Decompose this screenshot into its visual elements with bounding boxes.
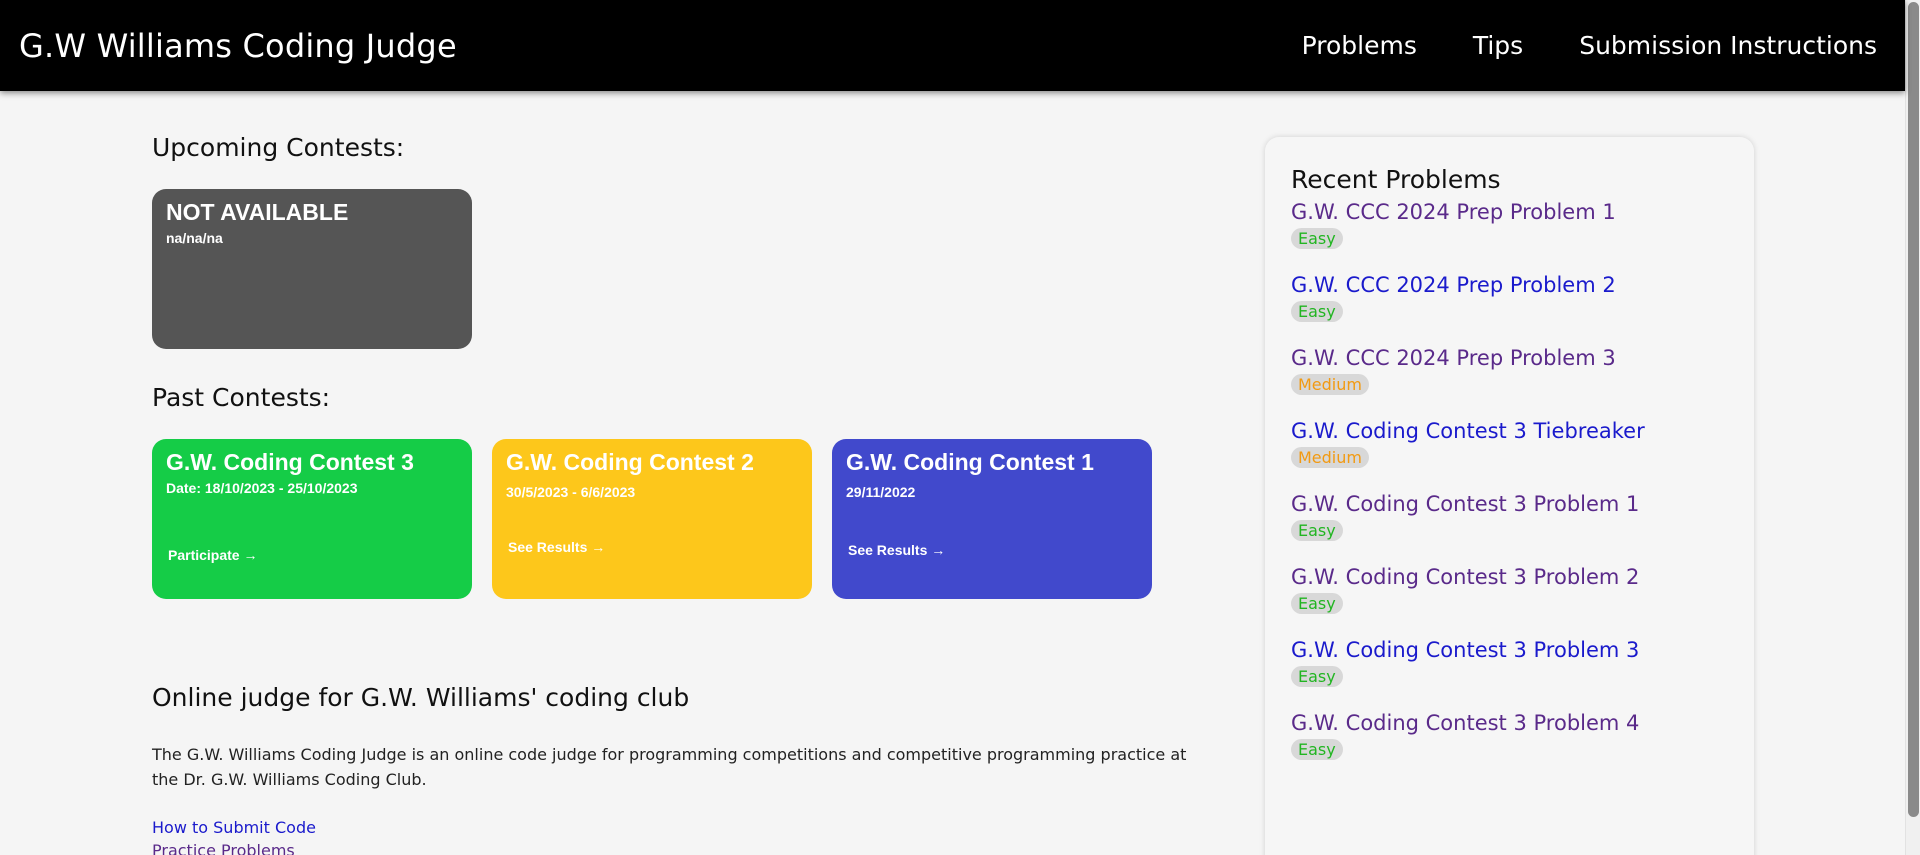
contest-date: na/na/na — [166, 230, 223, 246]
problem-link[interactable]: G.W. Coding Contest 3 Problem 4 — [1291, 711, 1728, 735]
list-item: G.W. Coding Contest 3 Problem 4 Easy — [1291, 711, 1728, 760]
contest-card-3[interactable]: G.W. Coding Contest 3 Date: 18/10/2023 -… — [152, 439, 472, 599]
difficulty-badge: Easy — [1291, 666, 1343, 687]
list-item: G.W. Coding Contest 3 Problem 1 Easy — [1291, 492, 1728, 541]
participate-link[interactable]: Participate → — [168, 547, 257, 563]
list-item: G.W. Coding Contest 3 Problem 3 Easy — [1291, 638, 1728, 687]
page-scrollbar[interactable] — [1905, 0, 1920, 855]
how-to-submit-link[interactable]: How to Submit Code — [152, 818, 316, 837]
difficulty-badge: Easy — [1291, 593, 1343, 614]
upcoming-contests-heading: Upcoming Contests: — [152, 133, 405, 162]
contest-date: Date: 18/10/2023 - 25/10/2023 — [166, 480, 358, 496]
difficulty-badge: Easy — [1291, 520, 1343, 541]
contest-name: G.W. Coding Contest 1 — [846, 449, 1094, 475]
problem-link[interactable]: G.W. Coding Contest 3 Problem 2 — [1291, 565, 1728, 589]
practice-problems-link[interactable]: Practice Problems — [152, 841, 295, 855]
top-navbar: G.W Williams Coding Judge Problems Tips … — [0, 0, 1905, 91]
nav-tips[interactable]: Tips — [1473, 31, 1523, 60]
problem-link[interactable]: G.W. CCC 2024 Prep Problem 3 — [1291, 346, 1728, 370]
problem-link[interactable]: G.W. Coding Contest 3 Tiebreaker — [1291, 419, 1728, 443]
see-results-link[interactable]: See Results → — [508, 539, 605, 555]
about-heading: Online judge for G.W. Williams' coding c… — [152, 683, 690, 712]
contest-name: G.W. Coding Contest 3 — [166, 449, 414, 475]
list-item: G.W. Coding Contest 3 Tiebreaker Medium — [1291, 419, 1728, 468]
contest-date: 29/11/2022 — [846, 484, 916, 500]
contest-name: G.W. Coding Contest 2 — [506, 449, 754, 475]
see-results-link[interactable]: See Results → — [848, 542, 945, 558]
contest-card-1[interactable]: G.W. Coding Contest 1 29/11/2022 See Res… — [832, 439, 1152, 599]
problem-link[interactable]: G.W. Coding Contest 3 Problem 1 — [1291, 492, 1728, 516]
list-item: G.W. CCC 2024 Prep Problem 3 Medium — [1291, 346, 1728, 395]
nav-submission-instructions[interactable]: Submission Instructions — [1579, 31, 1877, 60]
past-contests-heading: Past Contests: — [152, 383, 331, 412]
list-item: G.W. CCC 2024 Prep Problem 1 Easy — [1291, 200, 1728, 249]
difficulty-badge: Easy — [1291, 228, 1343, 249]
difficulty-badge: Easy — [1291, 739, 1343, 760]
difficulty-badge: Easy — [1291, 301, 1343, 322]
problem-link[interactable]: G.W. CCC 2024 Prep Problem 1 — [1291, 200, 1728, 224]
difficulty-badge: Medium — [1291, 374, 1369, 395]
contest-card-2[interactable]: G.W. Coding Contest 2 30/5/2023 - 6/6/20… — [492, 439, 812, 599]
about-description: The G.W. Williams Coding Judge is an onl… — [152, 745, 1187, 789]
nav-problems[interactable]: Problems — [1302, 31, 1417, 60]
site-brand[interactable]: G.W Williams Coding Judge — [19, 27, 457, 65]
difficulty-badge: Medium — [1291, 447, 1369, 468]
scrollbar-thumb[interactable] — [1908, 2, 1919, 817]
problem-link[interactable]: G.W. CCC 2024 Prep Problem 2 — [1291, 273, 1728, 297]
contest-date: 30/5/2023 - 6/6/2023 — [506, 484, 636, 500]
recent-problems-panel: Recent Problems G.W. CCC 2024 Prep Probl… — [1265, 137, 1754, 855]
main-nav: Problems Tips Submission Instructions — [1302, 31, 1877, 60]
recent-problems-heading: Recent Problems — [1291, 165, 1501, 194]
upcoming-contest-card[interactable]: NOT AVAILABLE na/na/na — [152, 189, 472, 349]
problem-link[interactable]: G.W. Coding Contest 3 Problem 3 — [1291, 638, 1728, 662]
contest-name: NOT AVAILABLE — [166, 199, 349, 225]
list-item: G.W. Coding Contest 3 Problem 2 Easy — [1291, 565, 1728, 614]
list-item: G.W. CCC 2024 Prep Problem 2 Easy — [1291, 273, 1728, 322]
